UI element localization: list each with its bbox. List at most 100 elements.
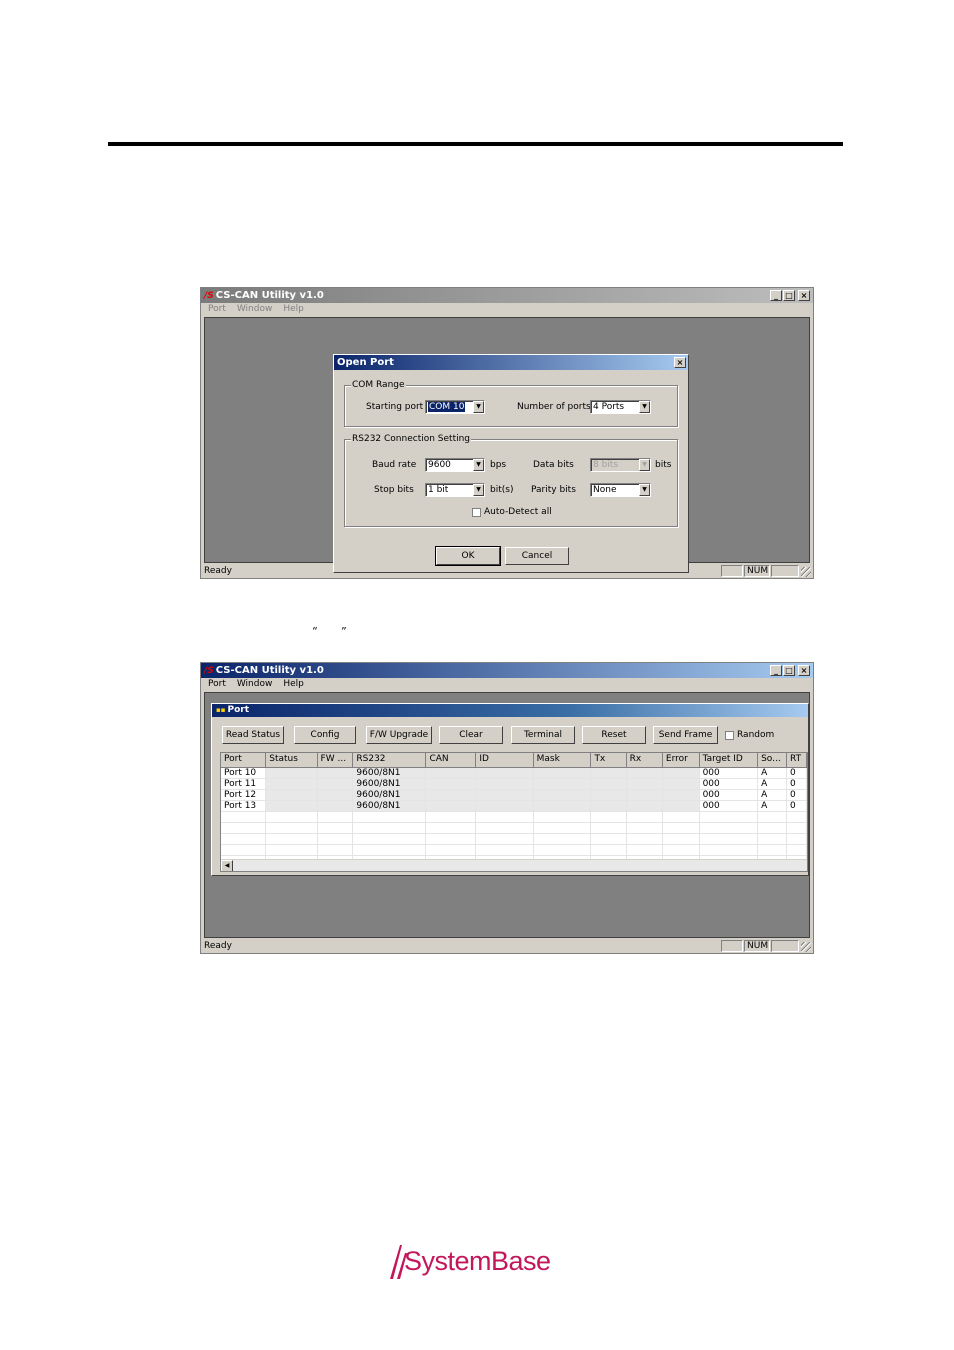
table-cell: A <box>757 789 787 801</box>
table-row[interactable] <box>221 833 807 845</box>
table-cell: A <box>757 800 787 812</box>
chevron-down-icon[interactable]: ▼ <box>473 484 484 496</box>
menu-help[interactable]: Help <box>283 303 304 316</box>
table-cell <box>265 778 318 790</box>
col-error[interactable]: Error <box>662 753 700 768</box>
table-cell <box>786 833 807 845</box>
minimize-icon[interactable]: _ <box>770 290 782 301</box>
menu-port[interactable]: Port <box>208 678 226 691</box>
menubar: Port Window Help <box>201 303 813 316</box>
table-cell: 000 <box>699 800 759 812</box>
maximize-icon[interactable]: □ <box>783 290 795 301</box>
port-window-icon: ▪▪ <box>216 706 226 714</box>
col-can[interactable]: CAN <box>425 753 477 768</box>
table-row[interactable]: Port 11 9600/8N1 000 A 0 <box>221 778 807 790</box>
table-cell <box>786 822 807 834</box>
auto-detect-label: Auto-Detect all <box>484 507 552 517</box>
parity-bits-label: Parity bits <box>531 485 576 495</box>
table-cell: 000 <box>699 789 759 801</box>
ok-button[interactable]: OK <box>435 546 501 566</box>
minimize-icon[interactable]: _ <box>770 665 782 676</box>
table-cell <box>221 822 267 834</box>
reset-button[interactable]: Reset <box>582 726 646 744</box>
col-id[interactable]: ID <box>475 753 534 768</box>
number-of-ports-value: 4 Ports <box>593 402 625 412</box>
chevron-down-icon[interactable]: ▼ <box>473 459 484 471</box>
send-frame-button[interactable]: Send Frame <box>653 726 718 744</box>
table-cell: 0 <box>786 800 807 812</box>
table-cell <box>662 844 700 856</box>
chevron-down-icon[interactable]: ▼ <box>639 401 650 413</box>
starting-port-value: COM 10 <box>428 402 466 412</box>
table-cell <box>533 811 592 823</box>
close-icon[interactable]: × <box>798 290 810 301</box>
table-cell <box>475 844 534 856</box>
menu-help[interactable]: Help <box>283 678 304 691</box>
auto-detect-checkbox[interactable] <box>472 508 481 517</box>
number-of-ports-select[interactable]: 4 Ports ▼ <box>590 400 651 414</box>
table-cell <box>626 822 663 834</box>
logo-text: SystemBase <box>404 1246 551 1276</box>
col-fw[interactable]: FW ... <box>317 753 354 768</box>
random-checkbox[interactable] <box>725 731 734 740</box>
col-mask[interactable]: Mask <box>533 753 592 768</box>
table-row[interactable] <box>221 822 807 834</box>
table-cell <box>425 811 477 823</box>
table-row[interactable]: Port 10 9600/8N1 000 A 0 <box>221 767 807 779</box>
menu-port[interactable]: Port <box>208 303 226 316</box>
col-status[interactable]: Status <box>265 753 318 768</box>
table-row[interactable] <box>221 844 807 856</box>
table-cell <box>626 800 663 812</box>
col-tx[interactable]: Tx <box>590 753 627 768</box>
maximize-icon[interactable]: □ <box>783 665 795 676</box>
close-icon[interactable]: × <box>798 665 810 676</box>
read-status-button[interactable]: Read Status <box>222 726 284 744</box>
table-cell <box>699 811 759 823</box>
port-list-table[interactable]: Port Status FW ... RS232 CAN ID Mask Tx … <box>220 752 808 872</box>
dialog-close-icon[interactable]: × <box>674 357 686 368</box>
scroll-left-icon[interactable]: ◀ <box>221 860 233 871</box>
baud-rate-select[interactable]: 9600 ▼ <box>425 458 485 472</box>
config-button[interactable]: Config <box>294 726 356 744</box>
table-cell <box>425 778 477 790</box>
table-cell <box>317 789 354 801</box>
resize-grip-icon[interactable] <box>801 942 811 952</box>
table-cell: A <box>757 778 787 790</box>
app-logo-icon: /S <box>204 666 214 676</box>
table-cell <box>265 767 318 779</box>
chevron-down-icon[interactable]: ▼ <box>639 484 650 496</box>
horizontal-scrollbar[interactable]: ◀ <box>221 859 807 871</box>
starting-port-select[interactable]: COM 10 ▼ <box>425 400 485 414</box>
chevron-down-icon[interactable]: ▼ <box>473 401 484 413</box>
stop-bits-select[interactable]: 1 bit ▼ <box>425 483 485 497</box>
table-cell <box>352 833 427 845</box>
table-cell <box>352 822 427 834</box>
table-cell <box>699 844 759 856</box>
col-source[interactable]: So... <box>757 753 787 768</box>
cancel-button[interactable]: Cancel <box>505 547 569 565</box>
fw-upgrade-button[interactable]: F/W Upgrade <box>366 726 432 744</box>
statusbar: Ready NUM <box>201 564 813 578</box>
menu-window[interactable]: Window <box>237 303 273 316</box>
col-port[interactable]: Port <box>221 753 267 768</box>
col-rt[interactable]: RT <box>786 753 807 768</box>
terminal-button[interactable]: Terminal <box>511 726 575 744</box>
table-cell <box>662 822 700 834</box>
col-target-id[interactable]: Target ID <box>699 753 759 768</box>
window-titlebar: /S CS-CAN Utility v1.0 _ □ × <box>201 663 813 678</box>
table-cell <box>425 833 477 845</box>
col-rx[interactable]: Rx <box>626 753 663 768</box>
menu-window[interactable]: Window <box>237 678 273 691</box>
table-cell <box>533 844 592 856</box>
clear-button[interactable]: Clear <box>439 726 503 744</box>
col-rs232[interactable]: RS232 <box>352 753 427 768</box>
table-cell <box>221 833 267 845</box>
parity-bits-select[interactable]: None ▼ <box>590 483 651 497</box>
table-cell <box>265 822 318 834</box>
resize-grip-icon[interactable] <box>801 567 811 577</box>
table-row[interactable]: Port 12 9600/8N1 000 A 0 <box>221 789 807 801</box>
table-row[interactable] <box>221 811 807 823</box>
table-cell <box>475 767 534 779</box>
table-row[interactable]: Port 13 9600/8N1 000 A 0 <box>221 800 807 812</box>
table-cell <box>626 844 663 856</box>
